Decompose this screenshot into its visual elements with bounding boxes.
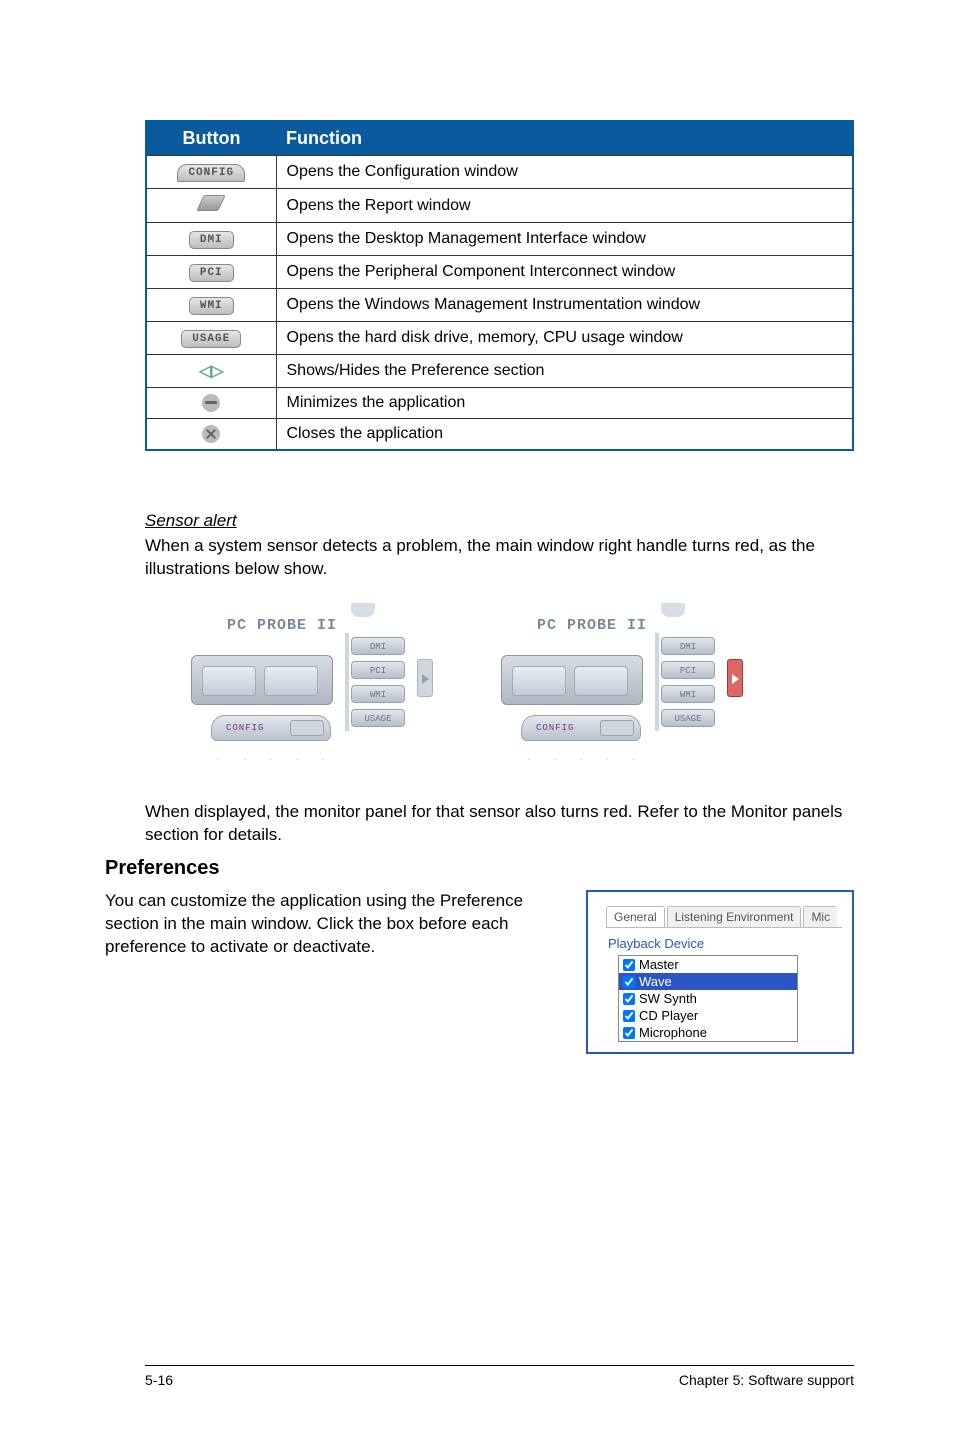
- func-cell: Closes the application: [276, 419, 853, 451]
- table-row: Opens the Report window: [146, 189, 853, 223]
- report-button-icon: [197, 195, 226, 211]
- table-row: USAGE Opens the hard disk drive, memory,…: [146, 322, 853, 355]
- func-cell: Opens the Desktop Management Interface w…: [276, 223, 853, 256]
- probe-title: PC PROBE II: [227, 617, 337, 634]
- sensor-alert-heading: Sensor alert: [145, 511, 854, 531]
- chip-dmi: DMI: [351, 637, 405, 655]
- checkbox-swsynth[interactable]: [623, 993, 635, 1005]
- func-cell: Shows/Hides the Preference section: [276, 355, 853, 388]
- chip-pci: PCI: [351, 661, 405, 679]
- playback-listbox[interactable]: Master Wave SW Synth CD Player Microphon…: [618, 955, 798, 1042]
- table-row: CONFIG Opens the Configuration window: [146, 156, 853, 189]
- checkbox-wave[interactable]: [623, 976, 635, 988]
- pci-button-icon: PCI: [189, 264, 234, 282]
- func-cell: Opens the Configuration window: [276, 156, 853, 189]
- th-function: Function: [276, 121, 853, 156]
- func-cell: Opens the Windows Management Instrumenta…: [276, 289, 853, 322]
- chip-usage: USAGE: [351, 709, 405, 727]
- footer-page-number: 5-16: [145, 1372, 173, 1388]
- item-label: Master: [639, 957, 679, 972]
- chip-wmi: WMI: [661, 685, 715, 703]
- arrows-button-icon: ◁▷: [199, 363, 224, 380]
- probe-normal: PC PROBE II DMI PCI WMI USAGE CONFIG · ·…: [183, 603, 433, 773]
- config-label: CONFIG: [536, 723, 574, 733]
- page-footer: 5-16 Chapter 5: Software support: [145, 1365, 854, 1388]
- probe-alert: PC PROBE II DMI PCI WMI USAGE CONFIG · ·…: [493, 603, 743, 773]
- table-row: DMI Opens the Desktop Management Interfa…: [146, 223, 853, 256]
- func-cell: Minimizes the application: [276, 388, 853, 419]
- preferences-screenshot: General Listening Environment Mic Playba…: [586, 890, 854, 1054]
- table-row: WMI Opens the Windows Management Instrum…: [146, 289, 853, 322]
- chip-dmi: DMI: [661, 637, 715, 655]
- checkbox-microphone[interactable]: [623, 1027, 635, 1039]
- th-button: Button: [146, 121, 276, 156]
- chip-wmi: WMI: [351, 685, 405, 703]
- preferences-heading: Preferences: [105, 857, 854, 880]
- func-cell: Opens the Peripheral Component Interconn…: [276, 256, 853, 289]
- chip-usage: USAGE: [661, 709, 715, 727]
- list-item: Wave: [619, 973, 797, 990]
- minimize-button-icon: [202, 394, 220, 412]
- func-cell: Opens the Report window: [276, 189, 853, 223]
- config-label: CONFIG: [226, 723, 264, 733]
- item-label: Wave: [639, 974, 672, 989]
- config-button-icon: CONFIG: [177, 164, 245, 182]
- button-function-table: Button Function CONFIG Opens the Configu…: [145, 120, 854, 451]
- func-cell: Opens the hard disk drive, memory, CPU u…: [276, 322, 853, 355]
- probe-illustrations: PC PROBE II DMI PCI WMI USAGE CONFIG · ·…: [183, 603, 854, 773]
- table-row: ◁▷ Shows/Hides the Preference section: [146, 355, 853, 388]
- sensor-alert-para1: When a system sensor detects a problem, …: [145, 535, 854, 581]
- tab-general[interactable]: General: [606, 906, 665, 927]
- list-item: SW Synth: [619, 990, 797, 1007]
- chip-pci: PCI: [661, 661, 715, 679]
- tab-mic[interactable]: Mic: [803, 906, 837, 927]
- wmi-button-icon: WMI: [189, 297, 234, 315]
- sensor-alert-para2: When displayed, the monitor panel for th…: [145, 801, 854, 847]
- list-item: Microphone: [619, 1024, 797, 1041]
- list-item: Master: [619, 956, 797, 973]
- tab-listening[interactable]: Listening Environment: [667, 906, 802, 927]
- pref-tabs: General Listening Environment Mic: [606, 906, 842, 928]
- probe-title: PC PROBE II: [537, 617, 647, 634]
- item-label: SW Synth: [639, 991, 697, 1006]
- preferences-para: You can customize the application using …: [105, 890, 546, 1054]
- playback-device-label: Playback Device: [608, 936, 842, 951]
- item-label: Microphone: [639, 1025, 707, 1040]
- dmi-button-icon: DMI: [189, 231, 234, 249]
- table-row: Minimizes the application: [146, 388, 853, 419]
- list-item: CD Player: [619, 1007, 797, 1024]
- table-row: Closes the application: [146, 419, 853, 451]
- footer-chapter: Chapter 5: Software support: [679, 1372, 854, 1388]
- item-label: CD Player: [639, 1008, 698, 1023]
- usage-button-icon: USAGE: [181, 330, 241, 348]
- checkbox-master[interactable]: [623, 959, 635, 971]
- table-row: PCI Opens the Peripheral Component Inter…: [146, 256, 853, 289]
- close-button-icon: [202, 425, 220, 443]
- checkbox-cdplayer[interactable]: [623, 1010, 635, 1022]
